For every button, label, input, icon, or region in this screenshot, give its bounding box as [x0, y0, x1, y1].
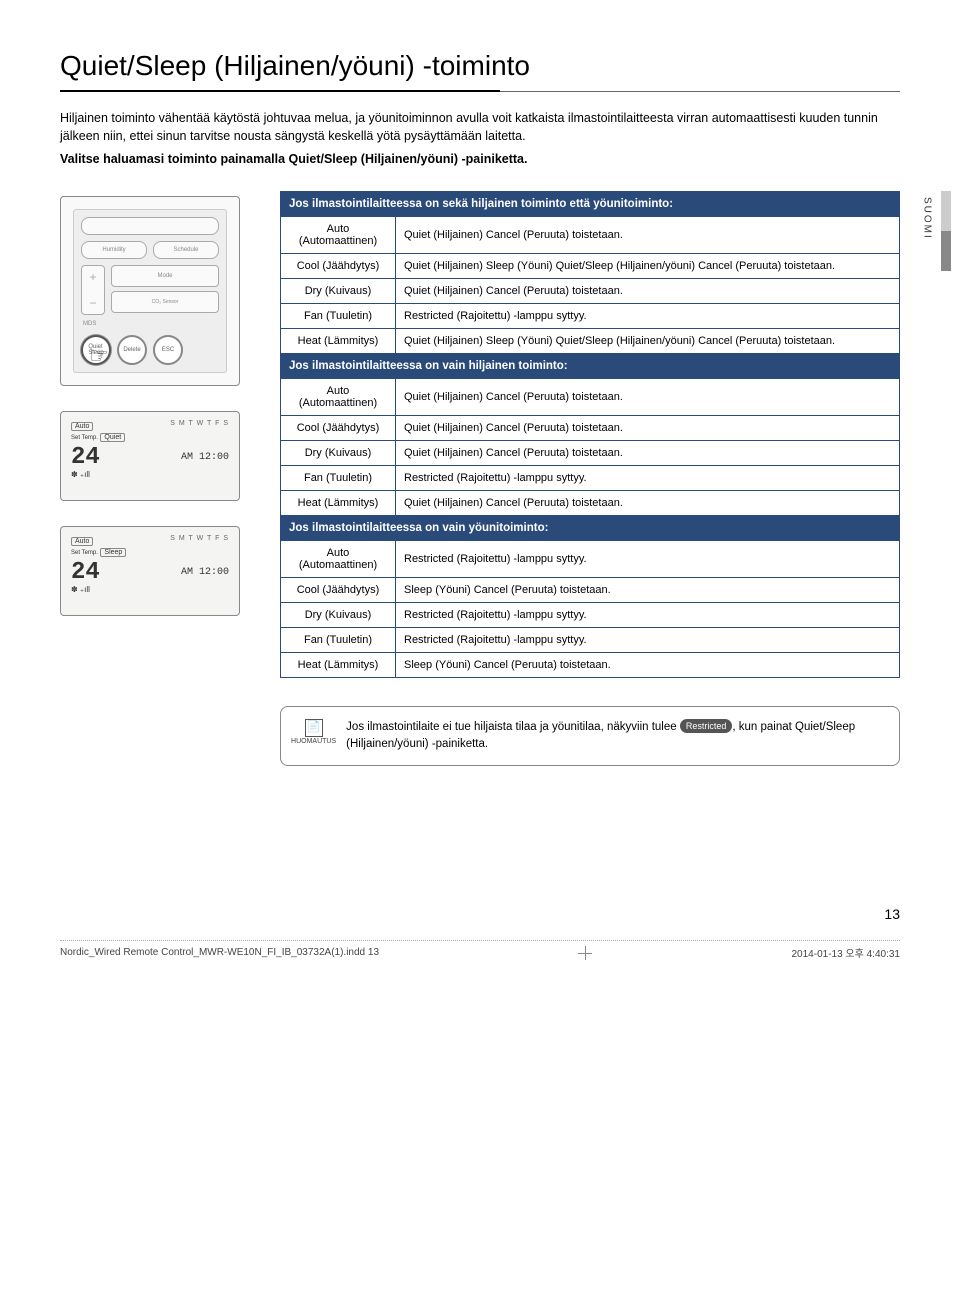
- language-tab: SUOMI: [910, 191, 960, 271]
- lcd-display-2: Auto Set Temp. Sleep S M T W T F S 24 AM…: [60, 526, 240, 616]
- lcd-time: AM 12:00: [181, 452, 229, 463]
- mode-label: Dry (Kuivaus): [281, 440, 396, 465]
- lcd-mode-tag: Auto: [71, 422, 93, 431]
- mode-description: Restricted (Rajoitettu) -lamppu syttyy.: [396, 627, 900, 652]
- mode-label: Cool (Jäähdytys): [281, 253, 396, 278]
- title-rule: [60, 90, 900, 92]
- mode-label: Dry (Kuivaus): [281, 278, 396, 303]
- mode-description: Quiet (Hiljainen) Cancel (Peruuta) toist…: [396, 415, 900, 440]
- mode-label: Heat (Lämmitys): [281, 328, 396, 353]
- section-header: Jos ilmastointilaitteessa on sekä hiljai…: [281, 191, 900, 216]
- mode-label: Dry (Kuivaus): [281, 602, 396, 627]
- restricted-badge: Restricted: [680, 719, 733, 733]
- mode-description: Restricted (Rajoitettu) -lamppu syttyy.: [396, 465, 900, 490]
- mode-label: Cool (Jäähdytys): [281, 577, 396, 602]
- note-label: HUOMAUTUS: [291, 737, 336, 748]
- mode-description: Restricted (Rajoitettu) -lamppu syttyy.: [396, 540, 900, 577]
- note-icon: 📄: [305, 719, 323, 737]
- mode-description: Quiet (Hiljainen) Cancel (Peruuta) toist…: [396, 490, 900, 515]
- finger-pointer-icon: [89, 343, 117, 371]
- page-title: Quiet/Sleep (Hiljainen/yöuni) -toiminto: [60, 50, 900, 82]
- illustration-column: HumiditySchedule +− Mode CO₂ Sensor MDS …: [60, 191, 250, 767]
- intro-para-2: Valitse haluamasi toiminto painamalla Qu…: [60, 151, 900, 169]
- mode-description: Quiet (Hiljainen) Cancel (Peruuta) toist…: [396, 216, 900, 253]
- remote-illustration: HumiditySchedule +− Mode CO₂ Sensor MDS …: [60, 196, 240, 386]
- intro-block: Hiljainen toiminto vähentää käytöstä joh…: [60, 110, 900, 169]
- print-footer: Nordic_Wired Remote Control_MWR-WE10N_FI…: [60, 940, 900, 960]
- crop-mark-icon: [578, 946, 592, 960]
- page-number: 13: [60, 906, 900, 922]
- mode-table: Jos ilmastointilaitteessa on sekä hiljai…: [280, 191, 900, 678]
- lcd-display-1: Auto Set Temp. Quiet S M T W T F S 24 AM…: [60, 411, 240, 501]
- mode-description: Quiet (Hiljainen) Cancel (Peruuta) toist…: [396, 278, 900, 303]
- mode-description: Quiet (Hiljainen) Cancel (Peruuta) toist…: [396, 378, 900, 415]
- note-text: Jos ilmastointilaite ei tue hiljaista ti…: [346, 719, 885, 754]
- mode-description: Restricted (Rajoitettu) -lamppu syttyy.: [396, 303, 900, 328]
- footer-timestamp: 2014-01-13 오후 4:40:31: [792, 945, 900, 960]
- mode-label: Fan (Tuuletin): [281, 465, 396, 490]
- mode-label: Auto (Automaattinen): [281, 378, 396, 415]
- section-header: Jos ilmastointilaitteessa on vain hiljai…: [281, 353, 900, 378]
- mode-label: Auto (Automaattinen): [281, 540, 396, 577]
- intro-para-1: Hiljainen toiminto vähentää käytöstä joh…: [60, 110, 900, 145]
- mode-label: Fan (Tuuletin): [281, 303, 396, 328]
- mode-description: Quiet (Hiljainen) Cancel (Peruuta) toist…: [396, 440, 900, 465]
- footer-filename: Nordic_Wired Remote Control_MWR-WE10N_FI…: [60, 947, 379, 958]
- mode-description: Quiet (Hiljainen) Sleep (Yöuni) Quiet/Sl…: [396, 253, 900, 278]
- mode-label: Auto (Automaattinen): [281, 216, 396, 253]
- mode-description: Sleep (Yöuni) Cancel (Peruuta) toistetaa…: [396, 577, 900, 602]
- lcd-quiet-tag: Quiet: [100, 433, 125, 442]
- mode-description: Sleep (Yöuni) Cancel (Peruuta) toistetaa…: [396, 652, 900, 677]
- note-box: 📄 HUOMAUTUS Jos ilmastointilaite ei tue …: [280, 706, 900, 767]
- mode-label: Cool (Jäähdytys): [281, 415, 396, 440]
- mode-description: Quiet (Hiljainen) Sleep (Yöuni) Quiet/Sl…: [396, 328, 900, 353]
- section-header: Jos ilmastointilaitteessa on vain yöunit…: [281, 515, 900, 540]
- lcd-temp: 24: [71, 446, 100, 470]
- language-label: SUOMI: [920, 191, 935, 271]
- mode-label: Fan (Tuuletin): [281, 627, 396, 652]
- mode-label: Heat (Lämmitys): [281, 652, 396, 677]
- mode-label: Heat (Lämmitys): [281, 490, 396, 515]
- mode-description: Restricted (Rajoitettu) -lamppu syttyy.: [396, 602, 900, 627]
- quiet-sleep-button-icon: QuietSleep: [81, 335, 111, 365]
- lcd-sleep-tag: Sleep: [100, 548, 126, 557]
